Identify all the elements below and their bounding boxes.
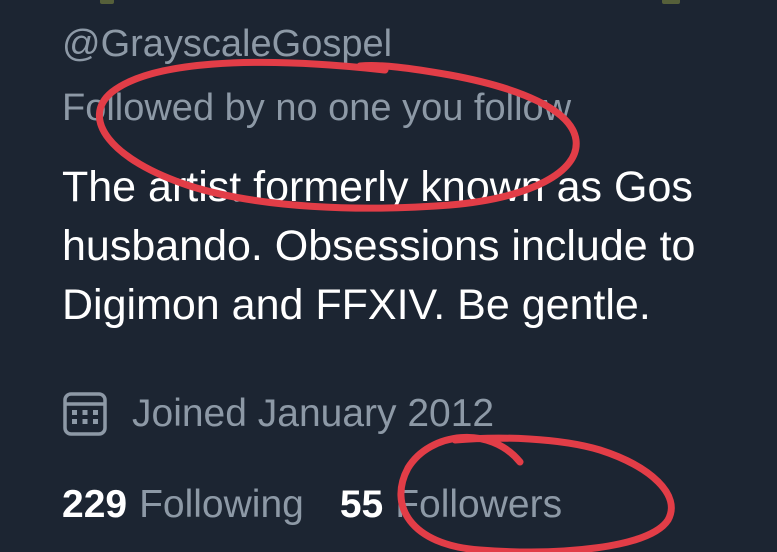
- joined-label: Joined January 2012: [132, 392, 495, 435]
- bio-line: The artist formerly known as Gos: [62, 163, 693, 211]
- bio-line: Digimon and FFXIV. Be gentle.: [62, 281, 651, 329]
- following-stat[interactable]: 229 Following: [62, 483, 304, 527]
- profile-bio: The artist formerly known as Gos husband…: [62, 158, 695, 335]
- bio-line: husbando. Obsessions include to: [62, 222, 696, 270]
- followers-label: Followers: [395, 483, 563, 526]
- profile-handle[interactable]: @GrayscaleGospel: [62, 18, 392, 70]
- joined-date: Joined January 2012: [62, 386, 494, 442]
- followed-by-text: Followed by no one you follow: [62, 87, 572, 129]
- followers-count: 55: [339, 483, 384, 526]
- following-label: Following: [139, 483, 304, 526]
- calendar-icon: [63, 392, 107, 436]
- cropped-avatar-edge: [100, 0, 114, 4]
- following-count: 229: [62, 483, 128, 526]
- followers-stat[interactable]: 55 Followers: [340, 483, 562, 527]
- cropped-header-edge: [662, 0, 680, 4]
- profile-stats: 229 Following 55 Followers: [62, 476, 562, 534]
